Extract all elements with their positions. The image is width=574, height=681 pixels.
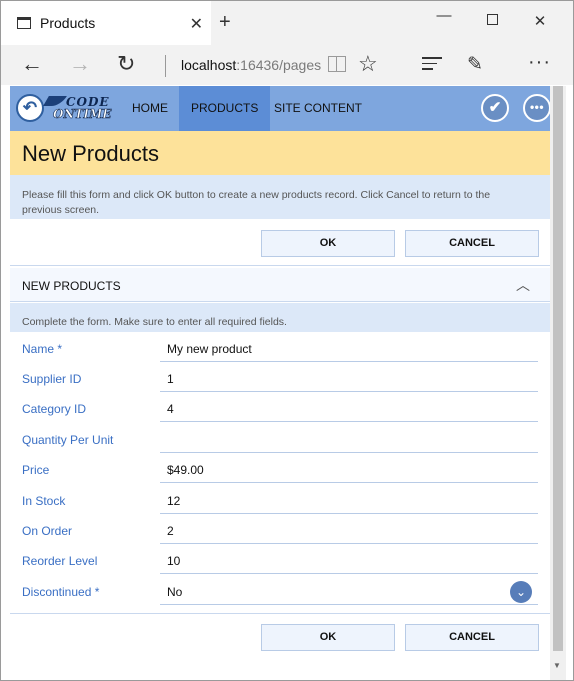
name-input[interactable]: My new product: [160, 333, 538, 362]
address-separator: [165, 55, 166, 77]
ok-button-bottom[interactable]: OK: [261, 624, 395, 651]
category-description: Complete the form. Make sure to enter al…: [22, 316, 287, 328]
page-header: New Products: [10, 131, 550, 175]
cancel-button-top[interactable]: CANCEL: [405, 230, 539, 257]
check-icon[interactable]: ✔: [481, 94, 509, 122]
web-note-icon[interactable]: ✎: [467, 53, 483, 76]
favorite-star-icon[interactable]: ☆: [358, 51, 378, 77]
reading-view-icon[interactable]: [328, 56, 346, 72]
refresh-icon[interactable]: ↻: [117, 51, 135, 77]
reorder-level-input[interactable]: 10: [160, 545, 538, 574]
title-bar: Products ✕ + — ✕: [1, 1, 573, 45]
logo-text-line2: ONTIME: [53, 107, 112, 122]
address-path: :16436/pages: [236, 57, 322, 73]
menu-item-home[interactable]: HOME: [120, 86, 180, 131]
field-label: Discontinued *: [22, 585, 100, 599]
category-title: NEW PRODUCTS: [22, 279, 121, 293]
app-back-icon[interactable]: ↶: [16, 94, 44, 122]
maximize-button[interactable]: [482, 12, 502, 29]
field-supplier-id: Supplier ID 1: [10, 363, 550, 393]
field-label: Category ID: [22, 402, 87, 416]
field-reorder-level: Reorder Level 10: [10, 545, 550, 575]
back-icon[interactable]: ←: [21, 51, 43, 77]
page-title: New Products: [22, 141, 159, 166]
instructions-text: Please fill this form and click OK butto…: [22, 189, 491, 216]
address-host: localhost: [181, 57, 237, 73]
collapse-chevron-icon[interactable]: ︿: [516, 275, 530, 295]
forward-icon[interactable]: →: [69, 51, 91, 77]
field-label: Reorder Level: [22, 554, 98, 568]
app-header: ↶ CODE ONTIME HOME PRODUCTS SITE CONTENT…: [10, 86, 551, 131]
category-description-panel: Complete the form. Make sure to enter al…: [10, 303, 550, 332]
dropdown-chevron-icon[interactable]: ⌄: [510, 581, 532, 603]
field-in-stock: In Stock 12: [10, 485, 550, 515]
address-bar[interactable]: localhost:16436/pages: [181, 57, 321, 73]
field-label: Supplier ID: [22, 372, 82, 386]
more-options-icon[interactable]: •••: [523, 94, 551, 122]
hub-icon[interactable]: [422, 57, 442, 74]
category-header[interactable]: NEW PRODUCTS ︿: [10, 268, 550, 302]
minimize-button[interactable]: —: [434, 7, 454, 24]
new-tab-button[interactable]: +: [219, 11, 231, 34]
code-ontime-logo[interactable]: CODE ONTIME: [43, 92, 116, 124]
page-icon: [17, 17, 31, 29]
category-id-input[interactable]: 4: [160, 393, 538, 422]
browser-window: Products ✕ + — ✕ ← → ↻ localhost:16436/p…: [0, 0, 574, 681]
field-label: On Order: [22, 524, 73, 538]
cancel-button-bottom[interactable]: CANCEL: [405, 624, 539, 651]
field-quantity-per-unit: Quantity Per Unit: [10, 424, 550, 454]
browser-tab[interactable]: Products ✕: [1, 1, 211, 45]
discontinued-select[interactable]: No: [160, 576, 538, 605]
close-tab-icon[interactable]: ✕: [190, 14, 203, 34]
field-label: In Stock: [22, 494, 66, 508]
logo-wing-icon: [43, 96, 67, 106]
address-toolbar: ← → ↻ localhost:16436/pages ☆ ✎ ···: [1, 45, 573, 85]
field-label: Quantity Per Unit: [22, 433, 114, 447]
ok-button-top[interactable]: OK: [261, 230, 395, 257]
field-price: Price $49.00: [10, 454, 550, 484]
field-category-id: Category ID 4: [10, 393, 550, 423]
field-on-order: On Order 2: [10, 515, 550, 545]
in-stock-input[interactable]: 12: [160, 485, 538, 514]
more-actions-icon[interactable]: ···: [528, 51, 551, 74]
tab-title: Products: [40, 15, 96, 31]
field-label: Price: [22, 463, 50, 477]
instructions-panel: Please fill this form and click OK butto…: [10, 175, 550, 219]
scroll-down-arrow-icon[interactable]: ▼: [553, 661, 561, 670]
menu-item-products[interactable]: PRODUCTS: [179, 86, 271, 131]
quantity-per-unit-input[interactable]: [160, 424, 538, 453]
menu-item-site-content[interactable]: SITE CONTENT: [262, 86, 374, 131]
vertical-scrollbar[interactable]: ▼: [550, 86, 566, 680]
close-window-button[interactable]: ✕: [530, 12, 550, 30]
top-action-bar: OK CANCEL: [10, 220, 550, 266]
maximize-icon: [486, 14, 498, 25]
field-discontinued: Discontinued * No ⌄: [10, 576, 550, 606]
on-order-input[interactable]: 2: [160, 515, 538, 544]
price-input[interactable]: $49.00: [160, 454, 538, 483]
field-label: Name *: [22, 342, 63, 356]
field-name: Name * My new product: [10, 333, 550, 363]
bottom-action-bar: OK CANCEL: [10, 613, 550, 659]
scrollbar-thumb[interactable]: [553, 86, 563, 651]
supplier-id-input[interactable]: 1: [160, 363, 538, 392]
